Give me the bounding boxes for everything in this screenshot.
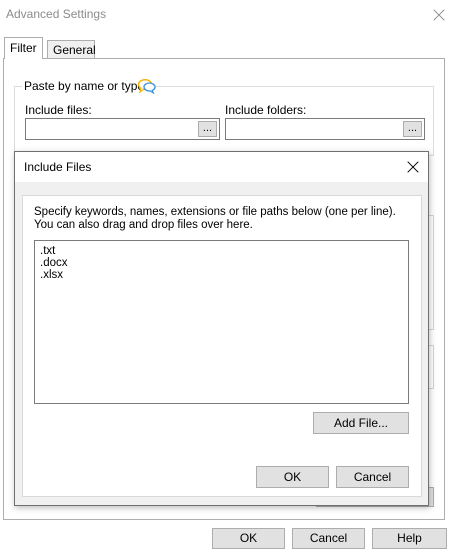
dialog-cancel-button[interactable]: Cancel [336, 466, 409, 488]
include-files-dialog: Include Files Specify keywords, names, e… [14, 151, 429, 506]
window-title: Advanced Settings [6, 7, 107, 21]
include-folders-input[interactable] [225, 118, 425, 140]
add-file-button[interactable]: Add File... [313, 412, 409, 434]
cancel-button[interactable]: Cancel [292, 528, 365, 549]
tab-general[interactable]: General [47, 40, 96, 59]
dialog-body: Specify keywords, names, extensions or f… [22, 195, 422, 497]
include-folders-label: Include folders: [225, 103, 307, 117]
include-files-input[interactable] [25, 118, 220, 140]
window-close-icon[interactable] [432, 8, 446, 22]
list-item: .xlsx [40, 269, 63, 281]
include-folders-browse-button[interactable]: ... [403, 121, 422, 137]
dialog-title-bar: Include Files [15, 152, 428, 182]
list-item: .txt [40, 245, 56, 257]
dialog-instructions: Specify keywords, names, extensions or f… [34, 206, 396, 231]
speech-bubbles-icon [137, 78, 156, 94]
dialog-close-icon[interactable] [406, 160, 420, 174]
paste-group-label: Paste by name or type [22, 79, 147, 93]
tab-filter[interactable]: Filter [4, 37, 43, 59]
include-files-label: Include files: [25, 103, 92, 117]
include-files-browse-button[interactable]: ... [198, 121, 217, 137]
dialog-title: Include Files [24, 160, 92, 174]
help-button[interactable]: Help [372, 528, 447, 549]
ok-button[interactable]: OK [212, 528, 285, 549]
list-item: .docx [40, 257, 68, 269]
entries-textarea[interactable]: .txt .docx .xlsx [34, 240, 409, 404]
dialog-ok-button[interactable]: OK [256, 466, 329, 488]
